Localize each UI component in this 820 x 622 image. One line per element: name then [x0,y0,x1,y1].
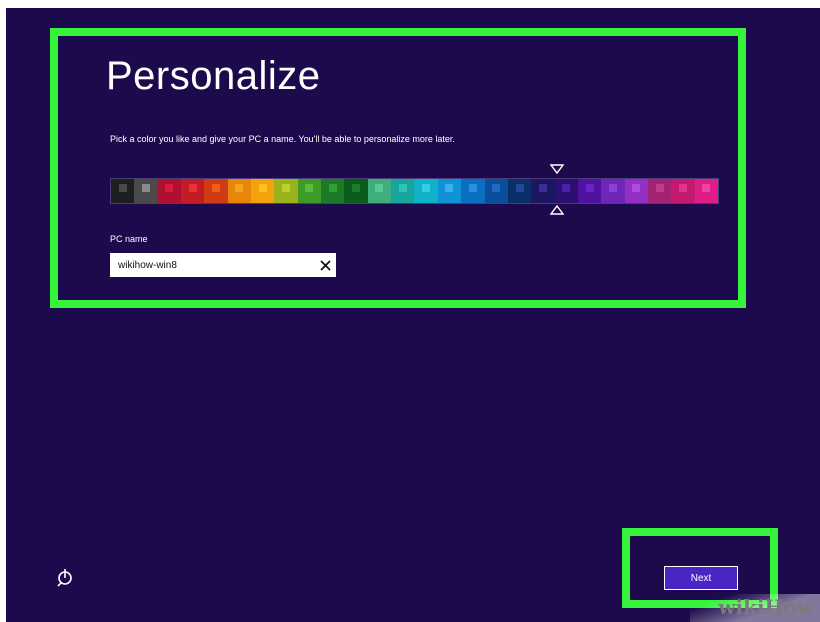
color-swatch[interactable] [321,179,345,203]
swatch-accent [655,184,664,192]
swatch-accent [165,184,174,192]
swatch-accent [468,184,477,192]
swatch-accent [305,184,314,192]
swatch-accent [352,184,361,192]
color-swatch[interactable] [111,179,135,203]
pc-name-field [110,253,336,277]
swatch-accent [562,184,571,192]
color-swatch[interactable] [157,179,182,203]
swatch-accent [258,184,267,192]
color-palette [110,178,719,204]
color-swatch[interactable] [554,179,578,203]
swatch-accent [422,184,431,192]
color-swatch[interactable] [344,179,368,203]
color-swatch[interactable] [484,179,508,203]
color-swatch[interactable] [531,179,555,203]
color-swatch[interactable] [204,179,228,203]
color-swatch[interactable] [227,179,252,203]
color-swatch[interactable] [251,179,275,203]
swatch-accent [538,184,547,192]
page-subtitle: Pick a color you like and give your PC a… [110,134,455,144]
swatch-accent [188,184,197,192]
color-swatch[interactable] [134,179,158,203]
color-swatch[interactable] [391,179,415,203]
color-swatch[interactable] [414,179,438,203]
swatch-accent [702,184,711,192]
wikihow-logo: wikiHow [717,595,815,619]
swatch-accent [585,184,594,192]
swatch-accent [235,184,244,192]
swatch-accent [445,184,454,192]
color-swatch[interactable] [671,179,695,203]
color-swatch[interactable] [507,179,532,203]
pc-name-label: PC name [110,234,148,244]
selected-color-marker-bottom [550,205,564,215]
swatch-accent [608,184,617,192]
color-swatch[interactable] [274,179,298,203]
swatch-accent [398,184,407,192]
swatch-accent [142,184,151,192]
swatch-accent [212,184,221,192]
color-swatch[interactable] [601,179,625,203]
swatch-accent [678,184,687,192]
color-swatch[interactable] [694,179,718,203]
color-swatch[interactable] [624,179,648,203]
color-swatch[interactable] [367,179,392,203]
swatch-accent [118,184,127,192]
color-swatch[interactable] [181,179,205,203]
ease-of-access-icon[interactable] [54,566,76,588]
next-button[interactable]: Next [664,566,738,590]
close-icon [319,259,331,271]
pc-name-input[interactable] [110,253,314,277]
swatch-accent [282,184,291,192]
clear-button[interactable] [314,254,336,276]
color-swatch[interactable] [437,179,462,203]
color-swatch[interactable] [461,179,485,203]
color-swatch[interactable] [297,179,322,203]
swatch-accent [632,184,641,192]
swatch-accent [515,184,524,192]
setup-screen: Personalize Pick a color you like and gi… [6,8,820,622]
color-swatch[interactable] [647,179,672,203]
swatch-accent [375,184,384,192]
svg-text:wikiHow: wikiHow [717,595,815,619]
wikihow-watermark: wikiHow [690,594,820,622]
swatch-accent [328,184,337,192]
selected-color-marker-top [550,164,564,174]
color-swatch[interactable] [577,179,602,203]
page-title: Personalize [106,54,321,98]
swatch-accent [492,184,501,192]
